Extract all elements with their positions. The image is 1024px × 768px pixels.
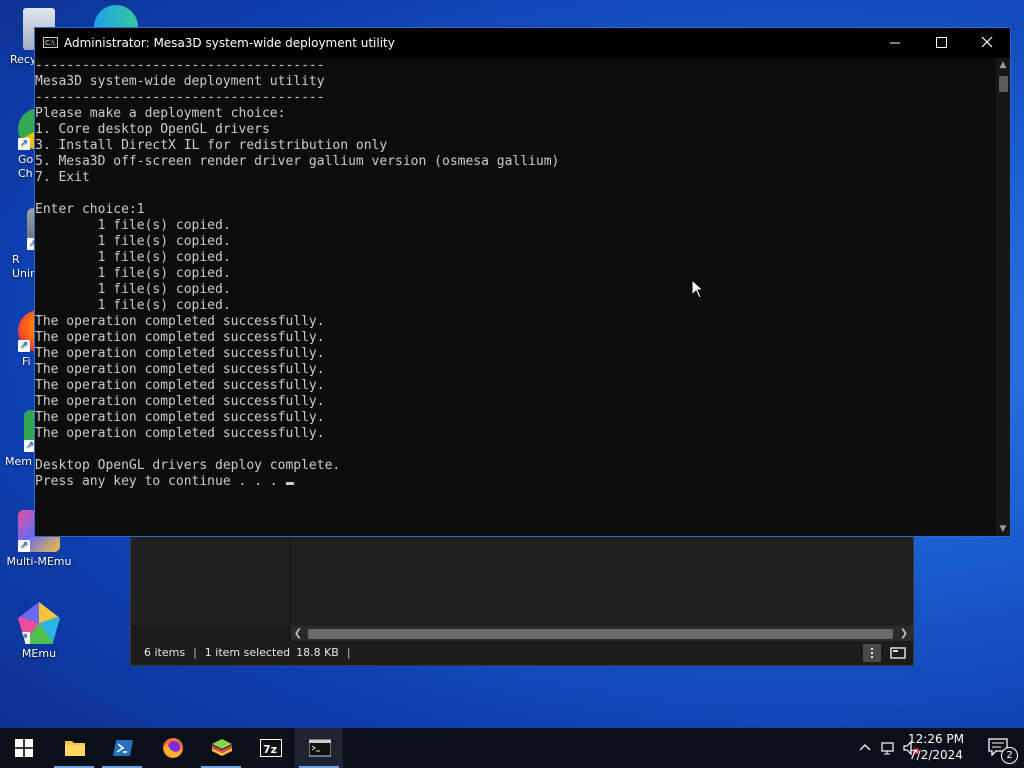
horizontal-scrollbar[interactable]: ❮ ❯ (291, 626, 913, 642)
console-line: 7. Exit (35, 170, 90, 185)
desktop-icon-label: MEmu (21, 647, 57, 660)
maximize-button[interactable] (918, 28, 964, 58)
console-line: Press any key to continue . . . (35, 474, 996, 490)
notification-center-button[interactable]: 2 (988, 738, 1018, 764)
scroll-up-icon[interactable]: ▲ (996, 58, 1010, 72)
console-line: The operation completed successfully. (35, 314, 325, 329)
scroll-right-icon[interactable]: ❯ (897, 626, 911, 642)
clock[interactable]: 12:26 PM 7/2/2024 (906, 731, 966, 763)
console-output[interactable]: ------------------------------------- Mes… (35, 58, 996, 536)
taskbar-7zip[interactable]: 7z (246, 728, 294, 768)
mouse-cursor-icon (691, 279, 705, 299)
maximize-icon (936, 37, 947, 48)
navigation-pane[interactable] (131, 537, 289, 626)
details-view-button[interactable] (863, 644, 881, 662)
vertical-scrollbar[interactable]: ▲ ▼ (996, 58, 1010, 536)
minimize-icon (890, 42, 900, 44)
taskbar-firefox[interactable] (148, 728, 196, 768)
console-line: The operation completed successfully. (35, 378, 325, 393)
powershell-icon (113, 740, 133, 756)
thumbnail-view-button[interactable] (889, 644, 907, 662)
scroll-left-icon[interactable]: ❮ (291, 626, 305, 642)
shortcut-arrow-icon: ↗ (18, 540, 30, 552)
console-line: The operation completed successfully. (35, 426, 325, 441)
details-view-icon (871, 648, 873, 658)
windows-logo-icon (15, 739, 33, 757)
console-line: 5. Mesa3D off-screen render driver galli… (35, 154, 560, 169)
close-icon (981, 36, 993, 48)
console-line: ------------------------------------- (35, 90, 325, 105)
title-bar[interactable]: C:\ Administrator: Mesa3D system-wide de… (35, 28, 1010, 58)
console-line: 1 file(s) copied. (35, 234, 231, 249)
console-app-icon[interactable]: C:\ (43, 37, 58, 48)
console-line: Please make a deployment choice: (35, 106, 286, 121)
console-line: The operation completed successfully. (35, 330, 325, 345)
clock-date: 7/2/2024 (909, 748, 963, 762)
edge-icon[interactable] (94, 5, 138, 27)
status-item-count: 6 items (144, 646, 186, 659)
status-size: 18.8 KB (296, 646, 339, 659)
clock-time: 12:26 PM (908, 732, 964, 746)
text-cursor (286, 482, 295, 485)
taskbar-file-explorer[interactable] (50, 728, 98, 768)
close-button[interactable] (964, 28, 1010, 58)
7zip-icon: 7z (260, 739, 282, 757)
console-line: 1 file(s) copied. (35, 298, 231, 313)
thumbnail-view-icon (890, 647, 906, 659)
status-selected: 1 item selected (204, 646, 291, 659)
taskbar-command-prompt[interactable] (295, 728, 343, 768)
command-prompt-window[interactable]: C:\ Administrator: Mesa3D system-wide de… (34, 27, 1011, 537)
console-line: 3. Install DirectX IL for redistribution… (35, 138, 388, 153)
console-line: 1 file(s) copied. (35, 250, 231, 265)
file-explorer-window[interactable]: ❮ ❯ 6 items | 1 item selected 18.8 KB | (130, 536, 914, 666)
scrollbar-thumb[interactable] (308, 629, 893, 639)
system-tray: 12:26 PM 7/2/2024 2 (824, 728, 1024, 768)
window-title: Administrator: Mesa3D system-wide deploy… (64, 36, 395, 50)
shortcut-arrow-icon: ↗ (18, 138, 30, 150)
folder-icon (65, 741, 85, 756)
svg-text:7z: 7z (263, 743, 277, 756)
console-line: 1 file(s) copied. (35, 282, 231, 297)
shortcut-arrow-icon: ↗ (18, 340, 30, 352)
desktop-icon-memu[interactable]: ↗ MEmu (4, 602, 74, 660)
console-line: Enter choice:1 (35, 202, 145, 217)
scroll-down-icon[interactable]: ▼ (996, 522, 1010, 536)
taskbar: 7z 12:26 PM 7/2/2024 2 (0, 728, 1024, 768)
console-line: The operation completed successfully. (35, 362, 325, 377)
status-bar: 6 items | 1 item selected 18.8 KB | (131, 641, 913, 665)
minimize-button[interactable] (872, 28, 918, 58)
command-prompt-icon (309, 739, 331, 757)
console-line: The operation completed successfully. (35, 394, 325, 409)
bluestacks-icon (212, 739, 232, 756)
taskbar-bluestacks[interactable] (197, 728, 245, 768)
desktop-icon-label: Multi-MEmu (6, 555, 72, 568)
taskbar-powershell[interactable] (98, 728, 146, 768)
start-button[interactable] (0, 728, 48, 768)
firefox-icon (163, 738, 183, 758)
console-line: 1 file(s) copied. (35, 218, 231, 233)
notification-count-badge: 2 (1001, 747, 1018, 764)
scrollbar-thumb[interactable] (999, 76, 1008, 92)
memu-logo-icon: ↗ (18, 602, 60, 644)
console-line: 1 file(s) copied. (35, 266, 231, 281)
console-line: The operation completed successfully. (35, 410, 325, 425)
console-line: Desktop OpenGL drivers deploy complete. (35, 458, 341, 473)
file-list-pane[interactable] (291, 537, 913, 626)
network-icon[interactable] (880, 740, 896, 756)
shortcut-arrow-icon: ↗ (18, 632, 30, 644)
console-line: Mesa3D system-wide deployment utility (35, 74, 325, 89)
console-line: 1. Core desktop OpenGL drivers (35, 122, 270, 137)
console-line: ------------------------------------- (35, 58, 325, 73)
show-hidden-icons-icon[interactable] (858, 741, 872, 755)
console-line: The operation completed successfully. (35, 346, 325, 361)
status-separator: | (193, 646, 197, 659)
status-separator: | (346, 646, 351, 659)
